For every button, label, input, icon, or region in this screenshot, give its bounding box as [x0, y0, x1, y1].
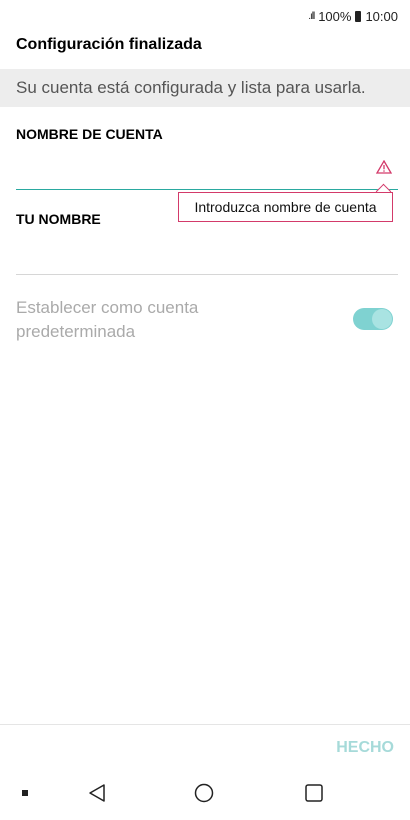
info-banner: Su cuenta está configurada y lista para … [0, 69, 410, 107]
page-title: Configuración finalizada [16, 36, 202, 53]
done-button[interactable]: HECHO [310, 736, 394, 760]
your-name-label: TU NOMBRE [16, 211, 101, 227]
status-bar: .ıll 100% 10:00 [0, 0, 410, 32]
signal-icon: .ıll [308, 10, 315, 22]
clock: 10:00 [365, 8, 398, 24]
bottom-divider [0, 724, 410, 725]
default-account-toggle[interactable] [353, 308, 393, 330]
account-name-input[interactable] [16, 153, 398, 190]
battery-icon [355, 10, 362, 22]
navigation-bar [0, 770, 410, 820]
warning-icon [376, 160, 392, 174]
dot-icon [22, 790, 28, 796]
battery-percent: 100% [318, 8, 352, 24]
account-name-label: NOMBRE DE CUENTA [16, 126, 163, 142]
recent-apps-icon[interactable] [303, 782, 325, 804]
default-account-label: Establecer como cuenta predeterminada [16, 298, 199, 341]
home-icon[interactable] [193, 782, 215, 804]
error-tooltip: Introduzca nombre de cuenta [178, 192, 393, 222]
toggle-knob [372, 309, 392, 329]
back-icon[interactable] [86, 782, 108, 804]
your-name-input[interactable] [16, 236, 398, 275]
